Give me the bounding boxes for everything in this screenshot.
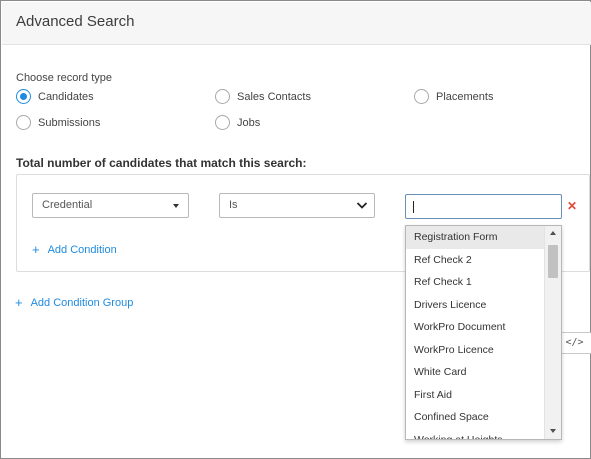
dropdown-option[interactable]: Ref Check 2 [406,249,545,272]
add-condition-link[interactable]: + Add Condition [32,242,117,257]
add-condition-group-link[interactable]: + Add Condition Group [15,295,133,310]
advanced-search-panel: Advanced Search Choose record type Candi… [0,0,591,459]
dropdown-list: Registration Form Ref Check 2 Ref Check 1D… [406,226,545,440]
radio-unchecked-icon[interactable] [16,115,31,130]
radio-label-sales-contacts: Sales Contacts [237,90,311,103]
record-type-label: Choose record type [16,72,112,84]
radio-unchecked-icon[interactable] [215,89,230,104]
radio-unchecked-icon[interactable] [215,115,230,130]
radio-unchecked-icon[interactable] [414,89,429,104]
dropdown-option[interactable]: White Card [406,361,545,384]
plus-icon: + [32,242,40,257]
dropdown-scrollbar[interactable] [544,226,561,439]
add-condition-group-label: Add Condition Group [30,296,134,309]
value-input[interactable] [405,194,562,219]
field-select[interactable]: Credential [32,193,189,218]
dropdown-option[interactable]: First Aid [406,384,545,407]
operator-select[interactable]: Is [219,193,375,218]
panel-title: Advanced Search [16,13,135,30]
dropdown-option[interactable]: WorkPro Licence [406,339,545,362]
radio-checked-icon[interactable] [16,89,31,104]
scroll-up-arrow-icon[interactable] [550,231,556,235]
credential-dropdown[interactable]: Registration Form Ref Check 2 Ref Check 1D… [405,225,562,440]
dropdown-option[interactable]: Ref Check 1 [406,271,545,294]
match-count-label: Total number of candidates that match th… [16,156,307,170]
dropdown-option[interactable]: WorkPro Document [406,316,545,339]
dropdown-option[interactable]: Working at Heights [406,429,545,440]
plus-icon: + [15,295,23,310]
dropdown-option[interactable]: Drivers Licence [406,294,545,317]
radio-label-candidates: Candidates [38,90,94,103]
operator-select-value: Is [229,199,238,211]
radio-sales-contacts[interactable]: Sales Contacts [215,89,311,104]
code-view-button[interactable]: </> [557,332,591,354]
caret-down-icon [173,204,179,208]
scrollbar-thumb[interactable] [548,245,558,278]
radio-label-jobs: Jobs [237,116,261,129]
radio-submissions[interactable]: Submissions [16,115,100,130]
radio-placements[interactable]: Placements [414,89,493,104]
field-select-value: Credential [42,199,93,211]
radio-label-submissions: Submissions [38,116,101,129]
panel-header: Advanced Search [2,2,591,45]
dropdown-option[interactable]: Registration Form [406,226,545,249]
radio-candidates[interactable]: Candidates [16,89,94,104]
dropdown-option[interactable]: Confined Space [406,406,545,429]
text-cursor [413,201,414,213]
radio-label-placements: Placements [436,90,494,103]
chevron-down-icon [356,202,368,209]
add-condition-label: Add Condition [47,243,117,256]
scroll-down-arrow-icon[interactable] [550,429,556,433]
radio-jobs[interactable]: Jobs [215,115,260,130]
remove-condition-icon[interactable]: ✕ [567,199,577,213]
